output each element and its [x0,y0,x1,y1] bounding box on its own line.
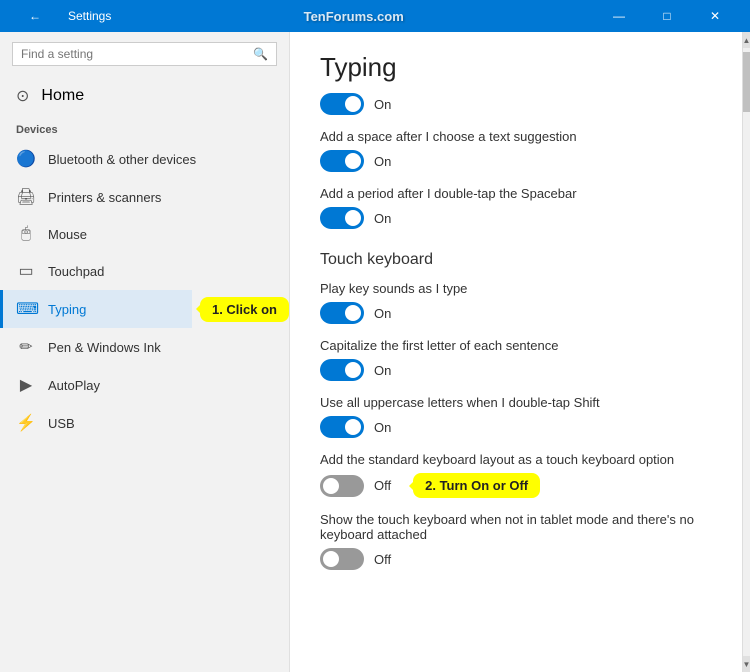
setting-space-after: Add a space after I choose a text sugges… [320,129,712,172]
label-standard-layout: Add the standard keyboard layout as a to… [320,452,712,467]
label-key-sounds: Play key sounds as I type [320,281,712,296]
toggle-row-standard-layout: Off 2. Turn On or Off [320,473,712,498]
titlebar-controls: — □ ✕ [596,0,738,32]
setting-show-touch: Show the touch keyboard when not in tabl… [320,512,712,570]
toggle-label-key-sounds: On [374,306,391,321]
toggle-uppercase[interactable] [320,416,364,438]
sidebar-item-bluetooth[interactable]: 🔵 Bluetooth & other devices [0,140,289,178]
sidebar-item-mouse[interactable]: 🖱 Mouse [0,216,289,252]
home-label: Home [41,87,84,105]
scroll-down-button[interactable]: ▼ [743,656,750,672]
toggle-row-period: On [320,207,712,229]
label-space-after: Add a space after I choose a text sugges… [320,129,712,144]
toggle-label-capitalize: On [374,363,391,378]
label-show-touch: Show the touch keyboard when not in tabl… [320,512,712,542]
setting-capitalize: Capitalize the first letter of each sent… [320,338,712,381]
callout2: 2. Turn On or Off [413,473,540,498]
scroll-thumb[interactable] [743,52,750,112]
sidebar-label-typing: Typing [48,302,86,317]
toggle-label-space-after: On [374,154,391,169]
toggle-label-period: On [374,211,391,226]
sidebar-label-touchpad: Touchpad [48,264,104,279]
pen-icon: ✏ [16,337,36,357]
minimize-button[interactable]: — [596,0,642,32]
sidebar-label-bluetooth: Bluetooth & other devices [48,152,196,167]
titlebar-watermark: TenForums.com [304,9,404,24]
back-button[interactable]: ← [12,0,58,32]
close-button[interactable]: ✕ [692,0,738,32]
sidebar-item-typing[interactable]: ⌨ Typing [0,290,192,328]
search-icon: 🔍 [253,47,268,61]
mouse-icon: 🖱 [16,225,36,243]
toggle-key-sounds[interactable] [320,302,364,324]
titlebar: ← Settings TenForums.com — □ ✕ [0,0,750,32]
label-period: Add a period after I double-tap the Spac… [320,186,712,201]
setting-period: Add a period after I double-tap the Spac… [320,186,712,229]
maximize-button[interactable]: □ [644,0,690,32]
sidebar-item-autoplay[interactable]: ▶ AutoPlay [0,366,289,404]
setting-key-sounds: Play key sounds as I type On [320,281,712,324]
main-layout: 🔍 ⊙ Home Devices 🔵 Bluetooth & other dev… [0,32,750,672]
label-capitalize: Capitalize the first letter of each sent… [320,338,712,353]
toggle-standard-layout[interactable] [320,475,364,497]
toggle-row-autocorrect: On [320,93,712,115]
typing-row: ⌨ Typing 1. Click on [0,290,289,328]
home-icon: ⊙ [16,86,29,106]
titlebar-title: Settings [68,9,111,23]
toggle-row-capitalize: On [320,359,712,381]
toggle-period[interactable] [320,207,364,229]
sidebar-item-pen[interactable]: ✏ Pen & Windows Ink [0,328,289,366]
page-title: Typing [320,52,712,83]
scroll-up-button[interactable]: ▲ [743,32,750,48]
touch-keyboard-header: Touch keyboard [320,245,712,269]
titlebar-left: ← Settings [12,0,111,32]
scrollbar-space [743,112,750,656]
sidebar-item-touchpad[interactable]: ▭ Touchpad [0,252,289,290]
toggle-label-show-touch: Off [374,552,391,567]
printer-icon: 🖨 [16,187,36,207]
setting-uppercase: Use all uppercase letters when I double-… [320,395,712,438]
toggle-row-show-touch: Off [320,548,712,570]
label-uppercase: Use all uppercase letters when I double-… [320,395,712,410]
sidebar-label-usb: USB [48,416,75,431]
sidebar-search-container: 🔍 [0,32,289,76]
search-box[interactable]: 🔍 [12,42,277,66]
sidebar: 🔍 ⊙ Home Devices 🔵 Bluetooth & other dev… [0,32,290,672]
sidebar-item-usb[interactable]: ⚡ USB [0,404,289,442]
sidebar-item-home[interactable]: ⊙ Home [0,76,289,116]
sidebar-label-pen: Pen & Windows Ink [48,340,161,355]
toggle-label-autocorrect: On [374,97,391,112]
toggle-show-touch[interactable] [320,548,364,570]
callout1: 1. Click on [200,297,289,322]
toggle-label-standard-layout: Off [374,478,391,493]
sidebar-label-printers: Printers & scanners [48,190,161,205]
toggle-row-uppercase: On [320,416,712,438]
sidebar-label-autoplay: AutoPlay [48,378,100,393]
toggle-row-space-after: On [320,150,712,172]
typing-icon: ⌨ [16,299,36,319]
scrollbar[interactable]: ▲ ▼ [742,32,750,672]
sidebar-label-mouse: Mouse [48,227,87,242]
autoplay-icon: ▶ [16,375,36,395]
search-input[interactable] [21,47,247,61]
toggle-label-uppercase: On [374,420,391,435]
touchpad-icon: ▭ [16,261,36,281]
toggle-autocorrect[interactable] [320,93,364,115]
setting-standard-layout: Add the standard keyboard layout as a to… [320,452,712,498]
toggle-capitalize[interactable] [320,359,364,381]
content-area: Typing On Add a space after I choose a t… [290,32,742,672]
sidebar-item-printers[interactable]: 🖨 Printers & scanners [0,178,289,216]
toggle-space-after[interactable] [320,150,364,172]
usb-icon: ⚡ [16,413,36,433]
setting-autocorrect: On [320,93,712,115]
bluetooth-icon: 🔵 [16,149,36,169]
toggle-row-key-sounds: On [320,302,712,324]
sidebar-section-devices: Devices [0,116,289,140]
